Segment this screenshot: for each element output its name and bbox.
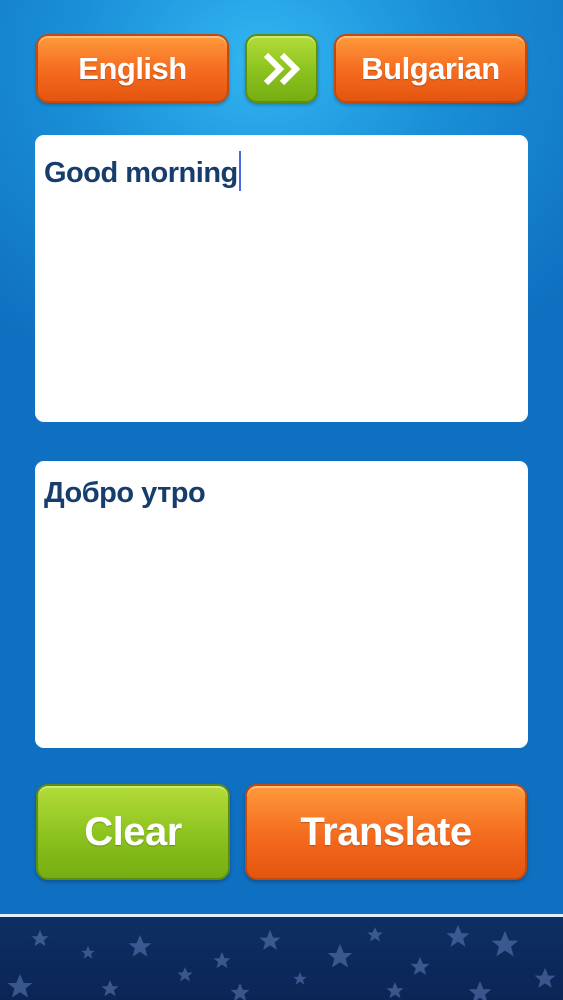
translate-button[interactable]: Translate	[245, 784, 527, 880]
source-text: Good morning	[44, 157, 238, 189]
source-language-button[interactable]: English	[36, 34, 229, 103]
clear-button-label: Clear	[84, 809, 182, 854]
translate-button-label: Translate	[300, 809, 472, 854]
target-language-label: Bulgarian	[361, 50, 500, 86]
source-text-input[interactable]: Good morning	[35, 135, 528, 422]
target-language-button[interactable]: Bulgarian	[334, 34, 527, 103]
double-chevron-right-icon	[263, 52, 300, 85]
swap-languages-button[interactable]	[245, 34, 318, 103]
text-caret	[238, 151, 241, 191]
translation-output: Добро утро	[35, 461, 528, 748]
footer-banner	[0, 917, 563, 1000]
translated-text: Добро утро	[44, 477, 206, 509]
source-language-label: English	[78, 50, 187, 86]
stars-icon	[7, 925, 556, 1000]
clear-button[interactable]: Clear	[36, 784, 230, 880]
